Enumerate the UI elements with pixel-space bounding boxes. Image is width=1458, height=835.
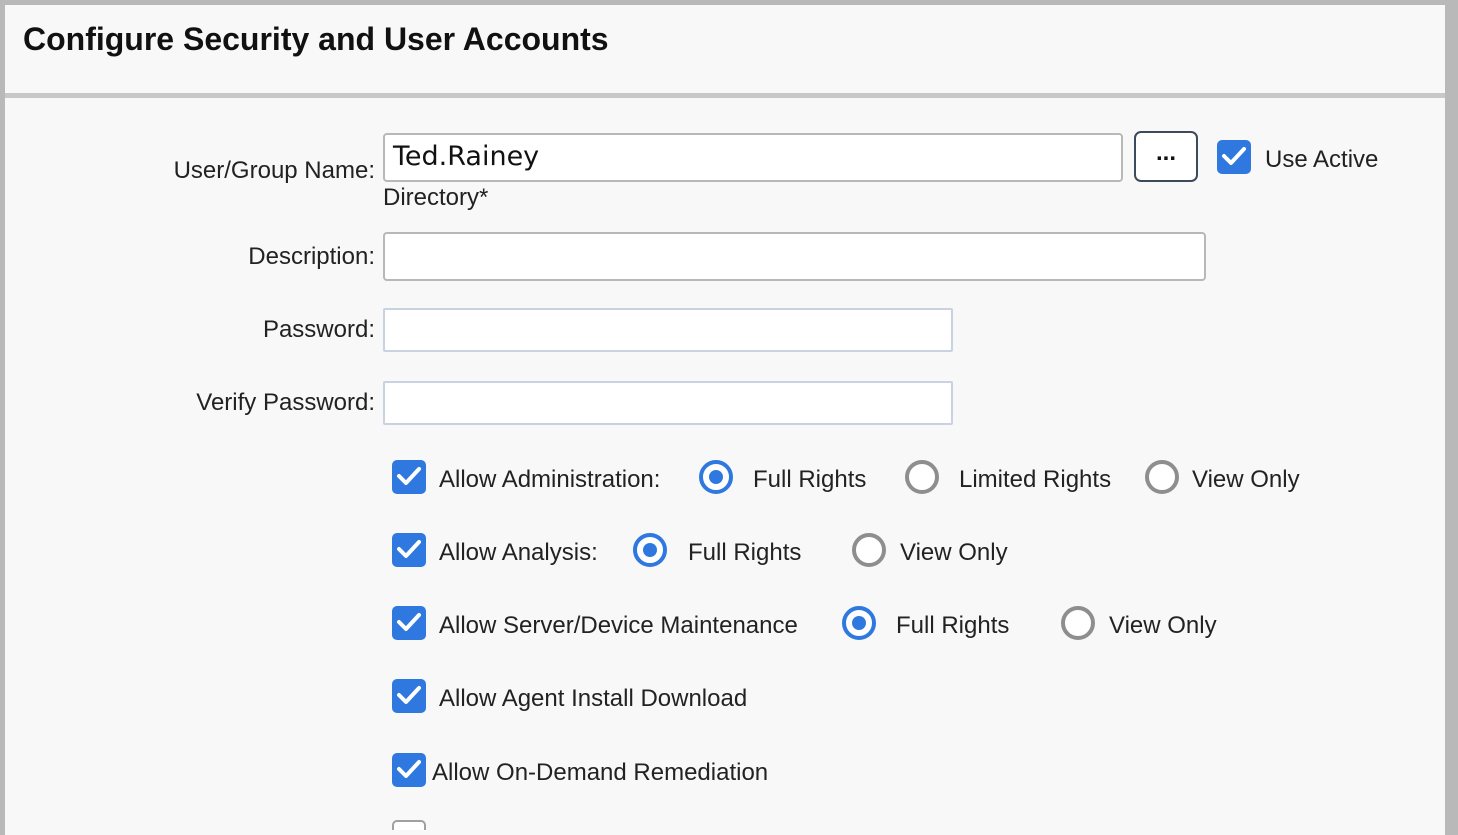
allow-maintenance-label: Allow Server/Device Maintenance [439, 612, 798, 639]
analysis-full-rights-label: Full Rights [688, 539, 802, 566]
administration-limited-rights-label: Limited Rights [959, 466, 1112, 493]
checkmark-icon [1222, 147, 1246, 165]
maintenance-full-rights-radio[interactable] [842, 606, 876, 640]
administration-view-only-radio[interactable] [1145, 460, 1179, 494]
maintenance-view-only-radio[interactable] [1061, 606, 1095, 640]
analysis-view-only-radio[interactable] [852, 533, 886, 567]
password-input[interactable] [383, 308, 953, 352]
allow-agent-download-label: Allow Agent Install Download [439, 685, 748, 712]
analysis-view-only-label: View Only [900, 539, 1008, 566]
verify-password-label: Verify Password: [196, 389, 375, 416]
use-active-directory-label: Use Active [1265, 146, 1379, 173]
page-header: Configure Security and User Accounts [5, 5, 1445, 98]
checkmark-icon [397, 686, 421, 704]
user-group-label: User/Group Name: [173, 157, 375, 184]
next-permission-checkbox[interactable] [392, 820, 426, 830]
maintenance-full-rights-label: Full Rights [896, 612, 1010, 639]
allow-remediation-checkbox[interactable] [392, 753, 426, 787]
allow-agent-download-checkbox[interactable] [392, 679, 426, 713]
administration-view-only-label: View Only [1192, 466, 1300, 493]
allow-administration-label: Allow Administration: [439, 466, 661, 493]
description-input[interactable] [383, 232, 1206, 281]
administration-full-rights-radio[interactable] [699, 460, 733, 494]
use-active-directory-checkbox[interactable] [1217, 140, 1251, 174]
allow-analysis-checkbox[interactable] [392, 533, 426, 567]
user-group-input[interactable]: Ted.Rainey [383, 133, 1123, 182]
analysis-full-rights-radio[interactable] [633, 533, 667, 567]
maintenance-view-only-label: View Only [1109, 612, 1217, 639]
administration-full-rights-label: Full Rights [753, 466, 867, 493]
checkmark-icon [397, 540, 421, 558]
password-label: Password: [262, 316, 375, 343]
browse-users-button[interactable]: ... [1134, 131, 1198, 182]
allow-administration-checkbox[interactable] [392, 460, 426, 494]
verify-password-input[interactable] [383, 381, 953, 425]
page-title: Configure Security and User Accounts [23, 21, 609, 57]
allow-analysis-label: Allow Analysis: [439, 539, 598, 566]
administration-limited-rights-radio[interactable] [905, 460, 939, 494]
checkmark-icon [397, 467, 421, 485]
checkmark-icon [397, 613, 421, 631]
checkmark-icon [397, 760, 421, 778]
use-active-directory-label-wrap: Directory* [383, 184, 489, 211]
description-label: Description: [248, 243, 375, 270]
allow-remediation-label: Allow On-Demand Remediation [432, 759, 769, 786]
allow-maintenance-checkbox[interactable] [392, 606, 426, 640]
